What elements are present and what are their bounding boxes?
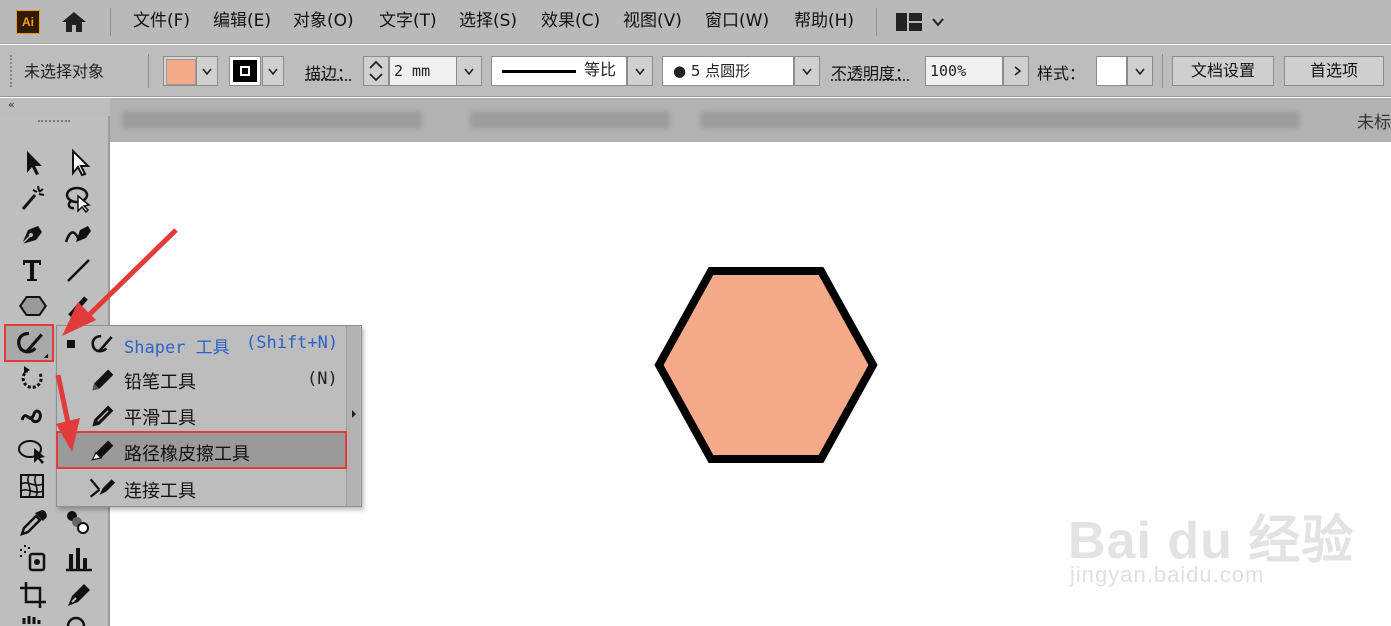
stroke-label[interactable]: 描边：: [305, 60, 353, 84]
chevron-down-icon: [464, 68, 474, 76]
panel-grip[interactable]: [10, 55, 14, 87]
menu-effect[interactable]: 效果(C): [541, 0, 600, 44]
chevron-down-icon[interactable]: [931, 14, 945, 28]
menu-window[interactable]: 窗口(W): [705, 0, 769, 44]
zoom-tool-icon[interactable]: [62, 614, 96, 626]
brush-definition[interactable]: ● 5 点圆形: [662, 56, 794, 86]
eyedropper-icon[interactable]: [16, 506, 50, 538]
brush-dropdown[interactable]: [794, 56, 820, 86]
symbol-sprayer-icon[interactable]: [16, 542, 50, 574]
flyout-item-label: 连接工具: [124, 481, 196, 502]
toolbar-header: [0, 98, 110, 116]
panel-grip[interactable]: [38, 120, 70, 124]
chevron-down-icon: [802, 68, 812, 76]
document-setup-button[interactable]: 文档设置: [1172, 56, 1274, 86]
collapse-toolbar-icon[interactable]: «: [8, 98, 15, 111]
flyout-item-shortcut: (Shift+N): [246, 333, 339, 353]
fill-dropdown[interactable]: [196, 56, 218, 86]
stroke-dropdown[interactable]: [262, 56, 284, 86]
chevron-down-icon: [202, 68, 212, 76]
style-label: 样式：: [1037, 64, 1086, 83]
variable-width-profile[interactable]: 等比: [491, 56, 627, 86]
chevron-down-icon: [268, 68, 278, 76]
workspace-switcher-icon[interactable]: [896, 13, 922, 31]
blend-tool-icon[interactable]: [62, 506, 96, 538]
menu-help[interactable]: 帮助(H): [794, 0, 854, 44]
menu-file[interactable]: 文件(F): [133, 0, 190, 44]
chevron-down-icon: [1135, 68, 1145, 76]
control-divider: [148, 54, 149, 88]
home-icon[interactable]: [60, 10, 88, 34]
document-tab[interactable]: [700, 111, 1300, 129]
stroke-weight-input[interactable]: 2 mm: [389, 56, 457, 86]
flyout-tearoff-strip[interactable]: [346, 326, 360, 506]
chevron-right-icon: [1014, 66, 1022, 76]
profile-line: [502, 70, 576, 73]
magic-wand-icon[interactable]: [16, 182, 50, 214]
hand-tool-icon[interactable]: [16, 614, 50, 626]
menu-select[interactable]: 选择(S): [459, 0, 517, 44]
document-tab[interactable]: [122, 111, 422, 129]
stroke-weight-stepper[interactable]: [363, 56, 389, 86]
document-tab-title[interactable]: 未标: [1357, 108, 1391, 133]
watermark-url: jingyan.baidu.com: [1070, 562, 1265, 587]
column-graph-icon[interactable]: [62, 542, 96, 574]
preferences-button[interactable]: 首选项: [1284, 56, 1384, 86]
fill-color-chip: [166, 59, 196, 85]
fill-swatch[interactable]: [163, 56, 197, 86]
stroke-swatch[interactable]: [229, 56, 261, 86]
profile-label: 等比: [584, 62, 617, 79]
opacity-expand[interactable]: [1003, 56, 1029, 86]
stroke-color-chip: [233, 60, 257, 82]
app-logo[interactable]: Ai: [16, 10, 40, 34]
menu-edit[interactable]: 编辑(E): [213, 0, 271, 44]
selection-status: 未选择对象: [24, 62, 105, 81]
mesh-tool-icon[interactable]: [16, 470, 50, 502]
document-tab[interactable]: [470, 111, 670, 129]
control-divider: [1162, 54, 1163, 88]
hexagon-shape[interactable]: [650, 262, 882, 468]
style-dropdown[interactable]: [1127, 56, 1153, 86]
slice-tool-icon[interactable]: [62, 578, 96, 610]
lasso-tool-icon[interactable]: [62, 182, 96, 214]
menu-view[interactable]: 视图(V): [623, 0, 682, 44]
flyout-item-shortcut: (N): [307, 369, 338, 389]
profile-dropdown[interactable]: [627, 56, 653, 86]
join-icon: [86, 474, 118, 502]
annotation-arrows: [55, 228, 178, 452]
opacity-label[interactable]: 不透明度：: [831, 60, 911, 84]
opacity-input[interactable]: 100%: [925, 56, 1003, 86]
menu-object[interactable]: 对象(O): [293, 0, 354, 44]
menu-divider: [876, 8, 877, 36]
menu-bar: [0, 0, 1391, 44]
annotation-arrow-icon: [55, 228, 178, 452]
graphic-style-swatch[interactable]: [1096, 56, 1127, 86]
artboard-tool-icon[interactable]: [16, 578, 50, 610]
direct-selection-icon[interactable]: [62, 146, 96, 178]
stroke-weight-dropdown[interactable]: [456, 56, 482, 86]
menu-type[interactable]: 文字(T): [379, 0, 437, 44]
chevron-down-icon: [635, 68, 645, 76]
selection-tool-icon[interactable]: [16, 146, 50, 178]
menu-divider: [110, 8, 111, 36]
